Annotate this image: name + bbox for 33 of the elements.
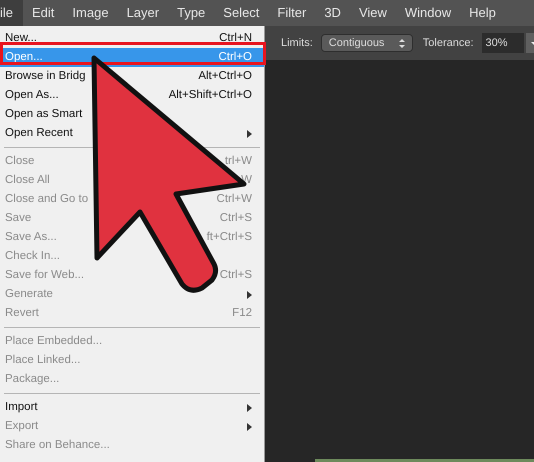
shortcut-label: trl+W [224, 154, 252, 169]
menu-title[interactable]: View [350, 0, 396, 26]
menu-title[interactable]: Image [63, 0, 118, 26]
menu-title[interactable]: Edit [23, 0, 64, 26]
menu-title[interactable]: Layer [118, 0, 168, 26]
menu-item-label[interactable]: New... [5, 30, 37, 48]
shortcut-label: Ctrl+W [216, 192, 252, 207]
menu-item-label[interactable]: Open Recent [5, 124, 73, 142]
menu-item-label[interactable]: Browse in Bridg [5, 68, 86, 86]
shortcut-label: Ctrl+S [220, 210, 252, 226]
tolerance-field[interactable]: 30% [482, 33, 524, 53]
shortcut-label: Ctrl+S [220, 268, 252, 283]
shortcut-label: Alt+Shift+Ctrl+O [168, 88, 252, 103]
menu-title[interactable]: Select [214, 0, 268, 26]
limits-select[interactable]: Contiguous [320, 34, 413, 52]
menu-title[interactable]: 3D [315, 0, 350, 26]
shortcut-label: Alt+Ctrl+O [198, 68, 252, 84]
shortcut-label: ft+Ctrl+S [206, 230, 252, 245]
menu-item-label[interactable]: Open as Smart [5, 106, 82, 124]
limits-label: Limits: [281, 36, 313, 51]
menu-title[interactable]: Filter [268, 0, 316, 26]
shortcut-label: Ctrl+N [219, 30, 252, 46]
menu-title[interactable]: ile [0, 0, 24, 26]
menu-title[interactable]: Window [396, 0, 460, 26]
tolerance-label: Tolerance: [422, 36, 474, 51]
menu-item-label[interactable]: Import [5, 398, 38, 416]
menu-item-label[interactable]: Open As... [5, 86, 59, 104]
shortcut-label: Ctrl+O [218, 50, 252, 65]
stepper-icon [398, 38, 405, 48]
menu-title[interactable]: Help [460, 0, 505, 26]
menu-item-label[interactable]: Open... [5, 48, 43, 66]
shortcut-label: F12 [232, 306, 252, 321]
menu-title[interactable]: Type [168, 0, 214, 26]
